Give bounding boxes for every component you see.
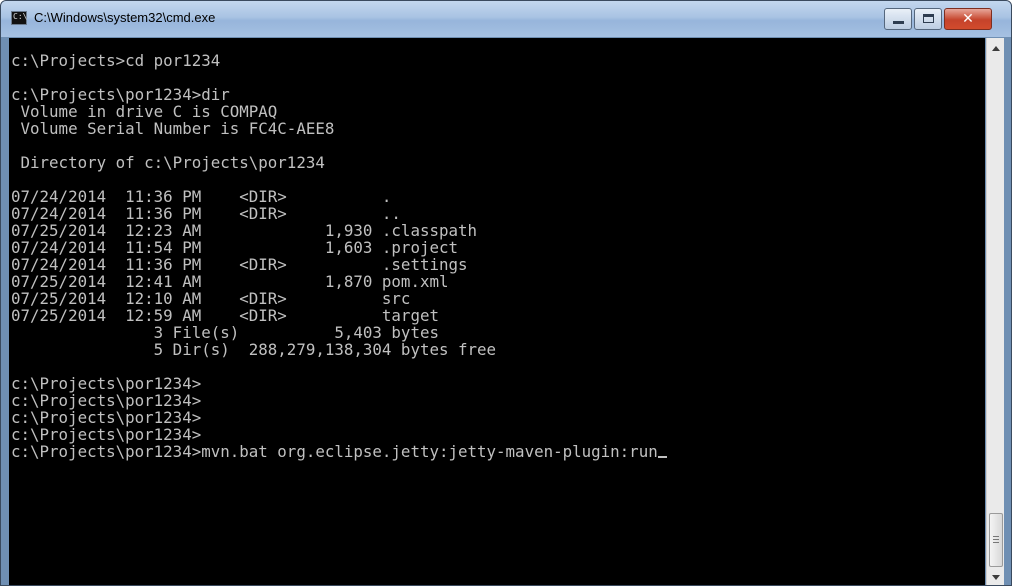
console-line: 07/25/2014 12:23 AM 1,930 .classpath: [11, 221, 478, 240]
console-area[interactable]: c:\Projects>cd por1234 c:\Projects\por123…: [9, 38, 985, 585]
vertical-scrollbar[interactable]: [986, 38, 1005, 585]
console-line: Volume in drive C is COMPAQ: [11, 102, 278, 121]
thumb-grip-line: [993, 536, 999, 537]
scrollbar-thumb[interactable]: [989, 513, 1003, 567]
console-line: c:\Projects\por1234>: [11, 408, 202, 427]
cmd-window: C:\ C:\Windows\system32\cmd.exe ✕ c:\Pro…: [0, 0, 1012, 586]
console-line: Directory of c:\Projects\por1234: [11, 153, 325, 172]
console-line: c:\Projects\por1234>: [11, 391, 202, 410]
text-cursor: [657, 456, 667, 458]
thumb-grip-line: [993, 542, 999, 543]
console-line: 07/25/2014 12:59 AM <DIR> target: [11, 306, 439, 325]
console-history: c:\Projects>cd por1234 c:\Projects\por123…: [11, 52, 667, 443]
cmd-icon-text: C:\: [13, 12, 28, 21]
minimize-icon: [893, 21, 904, 24]
close-icon: ✕: [962, 11, 974, 27]
console-line: c:\Projects\por1234>: [11, 374, 202, 393]
scroll-up-arrow-icon[interactable]: [992, 46, 1000, 51]
console-line: c:\Projects>cd por1234: [11, 51, 221, 70]
window-right-border: [1004, 38, 1011, 585]
maximize-icon: [923, 14, 934, 23]
console-output: c:\Projects>cd por1234 c:\Projects\por123…: [11, 52, 667, 460]
console-line: 07/24/2014 11:36 PM <DIR> .settings: [11, 255, 468, 274]
thumb-grip-line: [993, 539, 999, 540]
console-input-line[interactable]: c:\Projects\por1234>mvn.bat org.eclipse.…: [11, 443, 667, 460]
console-line: 07/25/2014 12:10 AM <DIR> src: [11, 289, 411, 308]
console-line: c:\Projects\por1234>: [11, 425, 202, 444]
cmd-icon[interactable]: C:\: [11, 11, 27, 25]
scroll-down-arrow-icon[interactable]: [992, 575, 1000, 580]
title-bar[interactable]: C:\ C:\Windows\system32\cmd.exe ✕: [1, 1, 1011, 37]
console-line: 07/25/2014 12:41 AM 1,870 pom.xml: [11, 272, 449, 291]
console-line: Volume Serial Number is FC4C-AEE8: [11, 119, 335, 138]
console-line: 07/24/2014 11:36 PM <DIR> .: [11, 187, 392, 206]
window-title: C:\Windows\system32\cmd.exe: [34, 10, 216, 25]
close-button[interactable]: ✕: [944, 8, 992, 30]
minimize-button[interactable]: [884, 8, 912, 30]
console-line: 07/24/2014 11:36 PM <DIR> ..: [11, 204, 401, 223]
console-line: 5 Dir(s) 288,279,138,304 bytes free: [11, 340, 497, 359]
console-line: 3 File(s) 5,403 bytes: [11, 323, 439, 342]
maximize-button[interactable]: [914, 8, 942, 30]
console-line: 07/24/2014 11:54 PM 1,603 .project: [11, 238, 458, 257]
current-command: c:\Projects\por1234>mvn.bat org.eclipse.…: [11, 442, 658, 461]
console-line: c:\Projects\por1234>dir: [11, 85, 230, 104]
